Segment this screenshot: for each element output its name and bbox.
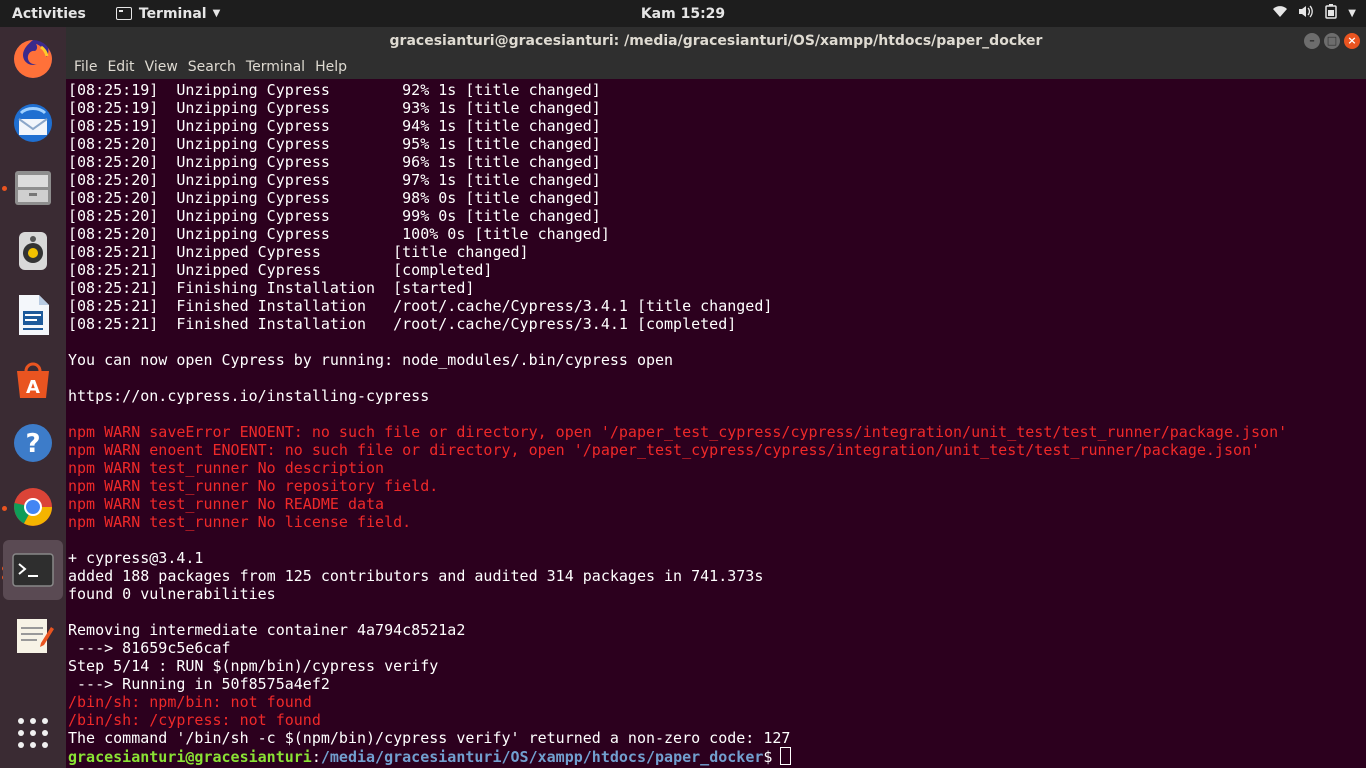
terminal-line: ---> Running in 50f8575a4ef2: [68, 675, 330, 693]
app-menu[interactable]: Terminal ▼: [115, 5, 221, 22]
terminal-icon: [115, 7, 132, 20]
terminal-error-line: /bin/sh: /cypress: not found: [68, 711, 321, 729]
prompt-symbol: $: [763, 748, 773, 766]
wifi-icon: [1272, 5, 1288, 22]
dock-firefox[interactable]: [10, 36, 56, 82]
dock-chrome[interactable]: [10, 484, 56, 530]
window-controls: – □ ×: [1304, 33, 1360, 49]
menu-help[interactable]: Help: [310, 59, 352, 75]
volume-icon: [1298, 5, 1314, 22]
terminal-line: Step 5/14 : RUN $(npm/bin)/cypress verif…: [68, 657, 439, 675]
dock-show-applications[interactable]: [10, 710, 56, 756]
prompt-separator: :: [311, 748, 321, 766]
terminal-error-line: npm WARN test_runner No description: [68, 459, 385, 477]
terminal-prompt[interactable]: gracesianturi@gracesianturi:/media/grace…: [68, 747, 1287, 766]
menu-edit[interactable]: Edit: [102, 59, 139, 75]
dock-help[interactable]: ?: [10, 420, 56, 466]
terminal-error-line: /bin/sh: npm/bin: not found: [68, 693, 312, 711]
terminal-error-line: npm WARN test_runner No README data: [68, 495, 385, 513]
prompt-path: /media/gracesianturi/OS/xampp/htdocs/pap…: [320, 748, 764, 766]
dock-thunderbird[interactable]: [10, 100, 56, 146]
terminal-output[interactable]: [08:25:19] Unzipping Cypress 92% 1s [tit…: [66, 79, 1366, 768]
menu-view[interactable]: View: [140, 59, 183, 75]
terminal-line: Removing intermediate container 4a794c85…: [68, 621, 466, 639]
software-icon: A: [17, 362, 49, 398]
terminal-line: The command '/bin/sh -c $(npm/bin)/cypre…: [68, 729, 791, 747]
app-grid-icon: [18, 718, 48, 748]
terminal-line: [08:25:21] Finishing Installation [start…: [68, 279, 475, 297]
terminal-line: https://on.cypress.io/installing-cypress: [68, 387, 430, 405]
running-indicator: [2, 186, 7, 191]
terminal-line: [08:25:21] Finished Installation /root/.…: [68, 315, 737, 333]
battery-icon: [1324, 4, 1338, 23]
terminal-error-line: npm WARN saveError ENOENT: no such file …: [68, 423, 1288, 441]
window-title: gracesianturi@gracesianturi: /media/grac…: [389, 33, 1043, 49]
terminal-line: [08:25:21] Unzipped Cypress [title chang…: [68, 243, 529, 261]
chevron-down-icon: ▼: [1348, 8, 1356, 19]
menu-search[interactable]: Search: [183, 59, 241, 75]
terminal-line: [08:25:21] Unzipped Cypress [completed]: [68, 261, 493, 279]
window-title-bar[interactable]: gracesianturi@gracesianturi: /media/grac…: [66, 27, 1366, 55]
dock: A ?: [0, 27, 66, 768]
terminal-line: [08:25:20] Unzipping Cypress 96% 1s [tit…: [68, 153, 601, 171]
top-bar: Activities Terminal ▼ Kam 15:29 ▼: [0, 0, 1366, 27]
terminal-line: [08:25:20] Unzipping Cypress 100% 0s [ti…: [68, 225, 610, 243]
terminal-error-line: npm WARN test_runner No license field.: [68, 513, 412, 531]
terminal-line: [08:25:19] Unzipping Cypress 93% 1s [tit…: [68, 99, 601, 117]
system-tray[interactable]: ▼: [1272, 0, 1356, 27]
terminal-line: [08:25:21] Finished Installation /root/.…: [68, 297, 773, 315]
chrome-icon: [14, 488, 52, 526]
terminal-line: [08:25:20] Unzipping Cypress 99% 0s [tit…: [68, 207, 601, 225]
rhythmbox-icon: [19, 232, 47, 270]
terminal-line: + cypress@3.4.1: [68, 549, 204, 567]
dock-writer[interactable]: [10, 292, 56, 338]
dock-rhythmbox[interactable]: [10, 228, 56, 274]
chevron-down-icon: ▼: [212, 8, 221, 19]
text-editor-icon: [17, 619, 54, 653]
terminal-lines: [08:25:19] Unzipping Cypress 92% 1s [tit…: [68, 81, 1288, 766]
help-icon: ?: [14, 424, 52, 462]
terminal-line: You can now open Cypress by running: nod…: [68, 351, 674, 369]
maximize-button[interactable]: □: [1324, 33, 1340, 49]
thunderbird-icon: [14, 104, 52, 142]
terminal-line: [08:25:20] Unzipping Cypress 98% 0s [tit…: [68, 189, 601, 207]
firefox-icon: [14, 40, 52, 78]
dock-terminal[interactable]: [3, 540, 63, 600]
terminal-line: [08:25:19] Unzipping Cypress 92% 1s [tit…: [68, 81, 601, 99]
terminal-line: found 0 vulnerabilities: [68, 585, 276, 603]
menu-terminal[interactable]: Terminal: [241, 59, 310, 75]
running-indicator: [2, 506, 7, 511]
dock-software[interactable]: A: [10, 356, 56, 402]
terminal-line: [08:25:20] Unzipping Cypress 97% 1s [tit…: [68, 171, 601, 189]
menu-bar: File Edit View Search Terminal Help: [66, 55, 1366, 79]
files-icon: [15, 171, 51, 205]
terminal-line: [08:25:19] Unzipping Cypress 94% 1s [tit…: [68, 117, 601, 135]
prompt-user: gracesianturi@gracesianturi: [68, 748, 312, 766]
activities-button[interactable]: Activities: [12, 6, 86, 22]
terminal-icon: [12, 553, 54, 587]
minimize-button[interactable]: –: [1304, 33, 1320, 49]
writer-icon: [19, 295, 49, 335]
terminal-error-line: npm WARN enoent ENOENT: no such file or …: [68, 441, 1261, 459]
menu-file[interactable]: File: [69, 59, 102, 75]
dock-files[interactable]: [10, 164, 56, 210]
text-cursor: [780, 747, 792, 765]
close-button[interactable]: ×: [1344, 33, 1360, 49]
terminal-line: [08:25:20] Unzipping Cypress 95% 1s [tit…: [68, 135, 601, 153]
svg-text:A: A: [26, 377, 40, 398]
dock-text-editor[interactable]: [10, 612, 56, 658]
svg-text:?: ?: [25, 429, 40, 459]
terminal-line: added 188 packages from 125 contributors…: [68, 567, 764, 585]
terminal-error-line: npm WARN test_runner No repository field…: [68, 477, 439, 495]
app-menu-label: Terminal: [138, 5, 207, 22]
terminal-line: ---> 81659c5e6caf: [68, 639, 231, 657]
